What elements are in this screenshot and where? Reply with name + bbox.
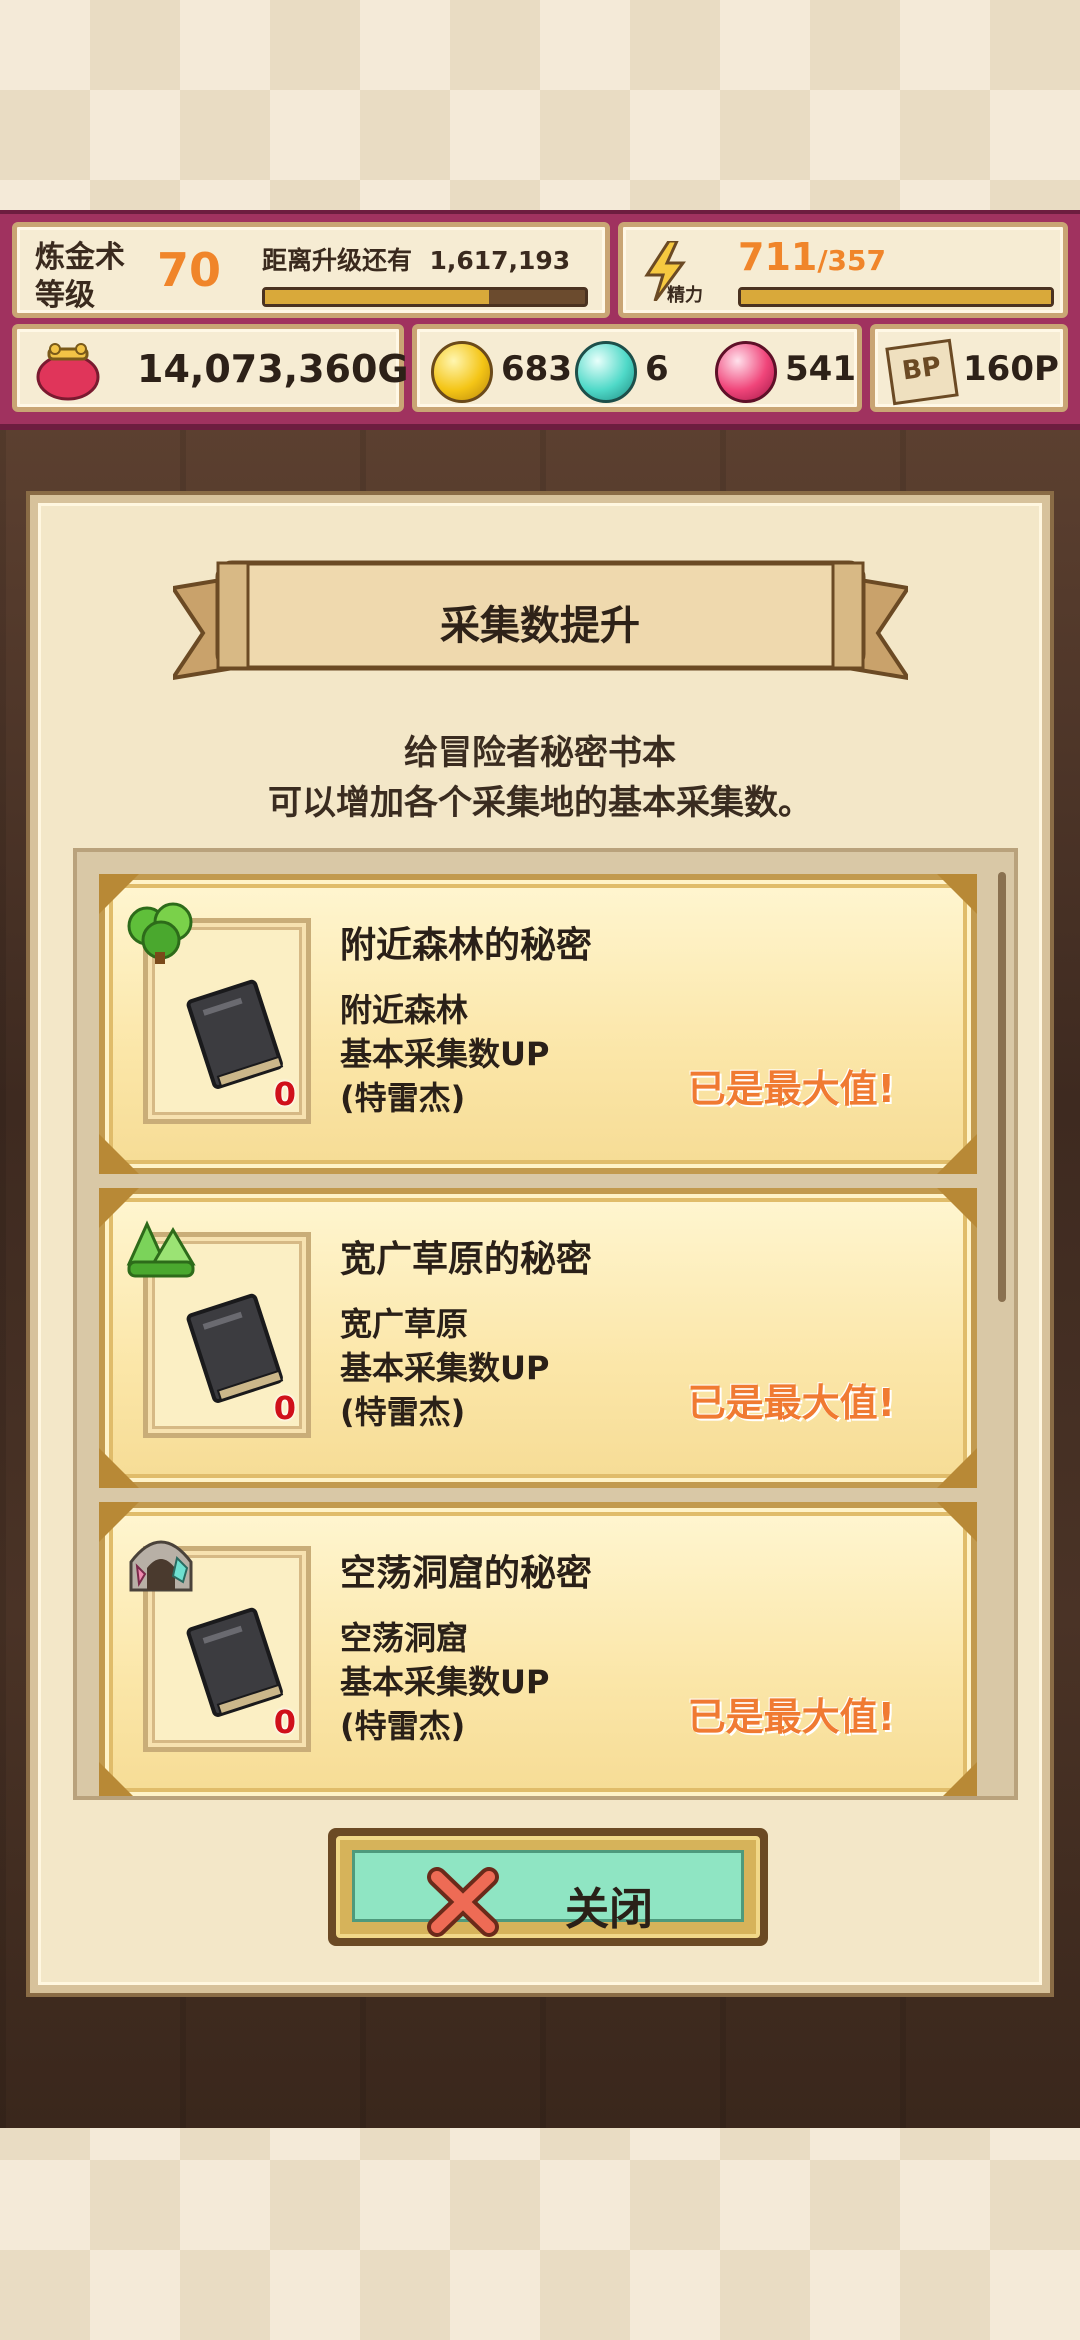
max-reached-label: 已是最大值! [687,1067,895,1111]
item-target: (特雷杰) [340,1707,466,1745]
stamina-box[interactable]: 精力 711/357 [618,222,1068,318]
grassland-icon [126,1220,196,1278]
max-reached-label: 已是最大值! [687,1695,895,1739]
item-description: 宽广草原 基本采集数UP (特雷杰) [340,1302,549,1434]
list-item-grassland-secret[interactable]: 0 宽广草原的秘密 宽广草原 基本采集数UP (特雷杰) 已是最大值! [99,1188,977,1488]
blue-orb-count: 6 [645,349,669,389]
book-count: 0 [273,1703,296,1741]
stamina-current: 711 [738,235,818,279]
dialog-title: 采集数提升 [440,603,640,649]
bp-ticket-icon: BP [885,338,959,406]
orbs-box: 683 6 541 [412,324,862,412]
book-count: 0 [273,1075,296,1113]
card-corner-ornament [99,1448,139,1488]
max-reached-label: 已是最大值! [687,1381,895,1425]
yellow-orb-count: 683 [501,349,572,389]
secret-book-list[interactable]: 0 附近森林的秘密 附近森林 基本采集数UP (特雷杰) 已是最大值! 0 宽广… [73,848,1018,1800]
money-value: 14,073,360G [137,347,409,391]
list-item-cave-secret[interactable]: 0 空荡洞窟的秘密 空荡洞窟 基本采集数UP (特雷杰) 已是最大值! [99,1502,977,1796]
coin-purse-icon [36,343,100,401]
cave-icon [129,1540,193,1592]
card-corner-ornament [937,1502,977,1542]
card-corner-ornament [937,1762,977,1796]
exp-bar-fill [265,290,489,304]
stamina-label: 精力 [667,285,703,306]
list-item-forest-secret[interactable]: 0 附近森林的秘密 附近森林 基本采集数UP (特雷杰) 已是最大值! [99,874,977,1174]
exp-label: 距离升级还有 [262,246,413,275]
exp-bar [262,287,588,307]
item-title: 附近森林的秘密 [340,925,593,966]
card-corner-ornament [937,1188,977,1228]
pink-orb-icon [715,341,777,403]
card-corner-ornament [937,1134,977,1174]
item-effect: 基本采集数UP [340,1663,550,1701]
exp-value: 1,617,193 [429,246,571,275]
exp-remaining-text: 距离升级还有 1,617,193 [262,241,570,277]
card-corner-ornament [99,1762,139,1796]
close-button[interactable]: 关闭 [328,1828,768,1946]
forest-icon [127,902,193,964]
item-description: 空荡洞窟 基本采集数UP (特雷杰) [340,1616,549,1748]
bp-value: 160P [963,349,1059,389]
blue-orb-icon [575,341,637,403]
money-box: 14,073,360G [12,324,409,412]
item-title: 宽广草原的秘密 [340,1239,593,1280]
stamina-value: 711/357 [738,235,886,279]
close-button-face: 关闭 [352,1850,744,1937]
item-effect: 基本采集数UP [340,1035,550,1073]
item-effect: 基本采集数UP [340,1349,550,1387]
item-location: 空荡洞窟 [340,1619,469,1657]
dialog-desc-line2: 可以增加各个采集地的基本采集数。 [268,783,812,823]
bp-box: BP 160P [870,324,1068,412]
dialog-desc-line1: 给冒险者秘密书本 [404,733,676,773]
stamina-max: /357 [817,244,887,277]
stamina-bar [738,287,1054,307]
item-location: 宽广草原 [340,1305,469,1343]
close-button-label: 关闭 [565,1884,653,1935]
bp-ticket-label: BP [900,351,943,387]
item-title: 空荡洞窟的秘密 [340,1553,593,1594]
alchemy-level-box: 炼金术 等级 70 距离升级还有 1,617,193 [12,222,610,318]
level-value: 70 [157,243,222,297]
stamina-bar-fill [741,290,1051,304]
book-count: 0 [273,1389,296,1427]
close-icon [427,1867,499,1937]
yellow-orb-icon [431,341,493,403]
level-label: 炼金术 等级 [35,240,125,313]
close-button-frame: 关闭 [336,1836,760,1938]
list-scrollbar[interactable] [998,872,1006,1302]
card-corner-ornament [937,1448,977,1488]
item-target: (特雷杰) [340,1393,466,1431]
item-description: 附近森林 基本采集数UP (特雷杰) [340,988,549,1120]
card-corner-ornament [937,874,977,914]
pink-orb-count: 541 [785,349,856,389]
top-status-bar: 炼金术 等级 70 距离升级还有 1,617,193 精力 711/357 14… [0,210,1080,430]
card-corner-ornament [99,1134,139,1174]
item-target: (特雷杰) [340,1079,466,1117]
item-location: 附近森林 [340,991,469,1029]
collection-upgrade-dialog: 采集数提升 给冒险者秘密书本 可以增加各个采集地的基本采集数。 0 附近森林的秘… [30,495,1050,1993]
